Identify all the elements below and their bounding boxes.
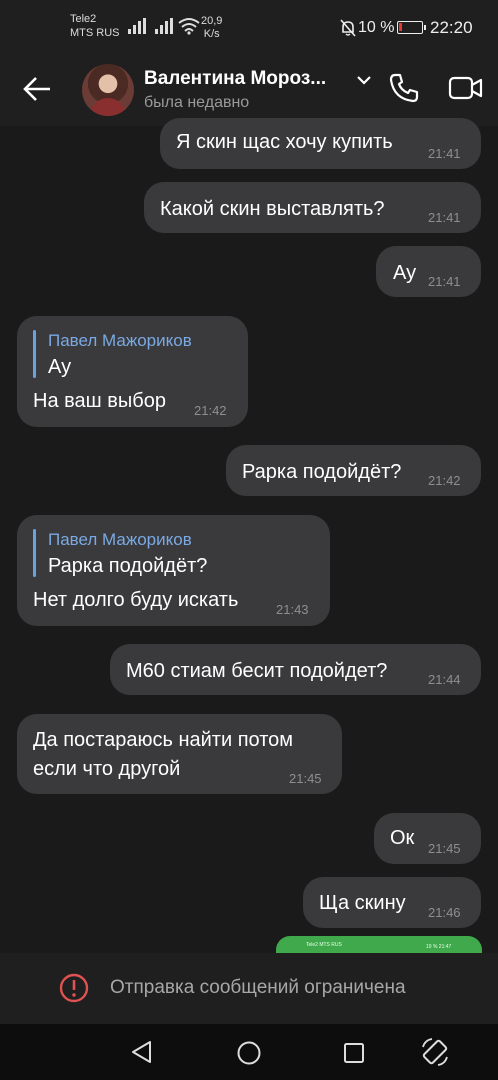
preview-carrier: Tele2 MTS RUS (306, 942, 342, 948)
message-bubble[interactable]: Ок 21:45 (374, 813, 481, 864)
message-bubble[interactable]: Ща скину 21:46 (303, 877, 481, 928)
message-bubble[interactable]: Я скин щас хочу купить 21:41 (160, 118, 481, 169)
message-bubble[interactable]: Павел Мажориков Ау На ваш выбор 21:42 (17, 316, 248, 427)
message-time: 21:41 (428, 210, 461, 225)
battery-percent: 10 % (358, 19, 395, 36)
net-speed: 20,9 K/s (201, 15, 222, 41)
carrier-1: Tele2 (70, 13, 97, 25)
message-bubble[interactable]: Ау 21:41 (376, 246, 481, 297)
message-text: Рарка подойдёт? (242, 461, 402, 483)
signal-icon-2 (155, 18, 173, 34)
reply-quote-bar (33, 330, 36, 378)
message-time: 21:46 (428, 905, 461, 920)
message-time: 21:42 (194, 403, 227, 418)
message-text-line2: если что другой (33, 758, 181, 780)
message-text-line1: Да постараюсь найти потом (33, 729, 294, 751)
nav-home-icon[interactable] (237, 1041, 261, 1065)
message-time: 21:45 (428, 841, 461, 856)
battery-icon (397, 21, 426, 34)
restriction-text: Отправка сообщений ограничена (110, 977, 406, 998)
message-time: 21:41 (428, 274, 461, 289)
rotate-screen-icon[interactable] (420, 1037, 450, 1067)
carrier-2: MTS RUS (70, 27, 120, 39)
message-text: М60 стиам бесит подойдет? (126, 660, 388, 682)
phone-icon[interactable] (388, 72, 420, 104)
status-bar: Tele2 MTS RUS 20,9 K/s 10 % 22:20 (0, 0, 498, 56)
message-bubble[interactable]: Да постараюсь найти потом если что друго… (17, 714, 342, 794)
reply-text: Рарка подойдёт? (48, 555, 208, 577)
message-text: Какой скин выставлять? (160, 198, 385, 220)
message-bubble[interactable]: Павел Мажориков Рарка подойдёт? Нет долг… (17, 515, 330, 626)
reply-quote-bar (33, 529, 36, 577)
warning-icon (59, 973, 89, 1003)
message-time: 21:45 (289, 771, 322, 786)
message-bubble[interactable]: М60 стиам бесит подойдет? 21:44 (110, 644, 481, 695)
signal-icon (128, 18, 146, 34)
message-bubble[interactable]: Какой скин выставлять? 21:41 (144, 182, 481, 233)
message-time: 21:44 (428, 672, 461, 687)
contact-status: была недавно (144, 94, 250, 111)
message-text: Нет долго буду искать (33, 589, 239, 611)
chat-header: Валентина Мороз... была недавно (0, 56, 498, 126)
reply-text: Ау (48, 356, 72, 378)
contact-name[interactable]: Валентина Мороз... (144, 68, 326, 90)
message-text: На ваш выбор (33, 390, 166, 412)
message-bubble[interactable]: Рарка подойдёт? 21:42 (226, 445, 481, 496)
wifi-icon (178, 18, 200, 35)
net-speed-value: 20,9 (201, 15, 223, 27)
system-nav-bar (0, 1024, 498, 1080)
reply-author[interactable]: Павел Мажориков (48, 331, 192, 351)
message-time: 21:43 (276, 602, 309, 617)
message-time: 21:41 (428, 146, 461, 161)
net-speed-unit: K/s (203, 28, 220, 40)
nav-back-icon[interactable] (130, 1040, 154, 1064)
clock: 22:20 (430, 18, 473, 37)
chevron-down-icon[interactable] (356, 74, 372, 86)
message-time: 21:42 (428, 473, 461, 488)
restriction-bar: Отправка сообщений ограничена (0, 953, 498, 1024)
video-call-icon[interactable] (448, 75, 484, 101)
message-text: Ау (393, 262, 417, 284)
back-arrow-icon[interactable] (22, 76, 52, 102)
message-text: Я скин щас хочу купить (176, 131, 393, 153)
carrier-info: Tele2 MTS RUS (70, 12, 120, 40)
reply-author[interactable]: Павел Мажориков (48, 530, 192, 550)
nav-recents-icon[interactable] (343, 1042, 365, 1064)
avatar[interactable] (82, 64, 134, 116)
bell-off-icon (340, 19, 356, 37)
preview-status: 19 % 21:47 (426, 944, 452, 950)
message-text: Ок (390, 827, 415, 849)
message-text: Ща скину (319, 892, 406, 914)
